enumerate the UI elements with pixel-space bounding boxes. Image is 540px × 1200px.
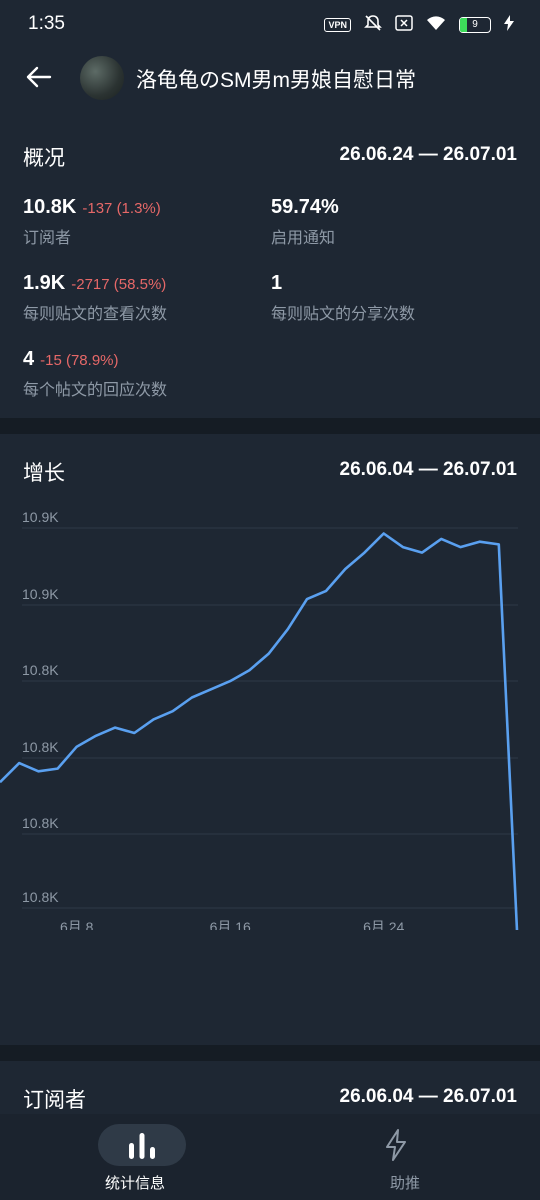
y-tick-label: 10.8K [22,739,59,755]
growth-chart[interactable]: 10.9K 10.9K 10.8K 10.8K 10.8K 10.8K 6月 8 6月 16… [0,500,540,930]
y-tick-label: 10.8K [22,815,59,831]
y-tick-label: 10.9K [22,586,59,602]
stat-label: 每则贴文的分享次数 [271,306,416,323]
growth-title: 增长 [23,462,65,485]
stat-notifications: 59.74% 启用通知 [271,196,339,248]
section-divider [0,1045,540,1061]
stat-shares-per-post: 1 每则贴文的分享次数 [271,272,415,324]
y-tick-label: 10.8K [22,662,59,678]
section-divider [0,418,540,434]
status-icons: VPN 9 [324,14,514,35]
stat-delta: -2717 (58.5%) [71,276,167,293]
nav-label: 助推 [389,1175,420,1192]
sim-x-icon [395,15,413,34]
vpn-icon: VPN [324,17,351,32]
app-bar: 洛龟龟のSM男m男娘自慰日常 [0,50,540,110]
status-time: 1:35 [28,13,65,34]
series-line [0,532,519,930]
growth-range: 26.06.04 — 26.07.01 [339,459,517,480]
stat-value: 1 [271,272,283,294]
x-tick-label: 6月 24 [363,919,404,930]
bar-chart-icon [129,1133,155,1159]
nav-item-boost[interactable]: 助推 [270,1114,540,1200]
y-tick-label: 10.8K [22,889,59,905]
stat-label: 启用通知 [271,230,336,247]
battery-icon: 9 [459,16,491,33]
stat-delta: -137 (1.3%) [82,200,161,217]
overview-range: 26.06.24 — 26.07.01 [339,144,517,165]
overview-section: 概况 26.06.24 — 26.07.01 10.8K -137 (1.3%) … [0,120,540,418]
stat-label: 订阅者 [23,230,72,247]
avatar[interactable] [80,56,124,100]
back-button[interactable] [22,60,56,94]
mute-bell-icon [364,14,382,35]
stat-views-per-post: 1.9K -2717 (58.5%) 每则贴文的查看次数 [23,272,167,324]
wifi-icon [426,15,446,34]
stat-value: 1.9K [23,272,66,294]
charging-icon [504,15,514,34]
arrow-left-icon [26,66,52,88]
y-tick-label: 10.9K [22,509,59,525]
x-tick-label: 6月 16 [210,919,251,930]
stat-reactions-per-post: 4 -15 (78.9%) 每个帖文的回应次数 [23,348,167,400]
subscribers-title: 订阅者 [23,1089,86,1112]
lightning-icon [386,1129,406,1161]
stat-value: 59.74% [271,196,339,218]
overview-title: 概况 [23,147,65,170]
status-bar: 1:35 VPN 9 [0,0,540,50]
x-tick-label: 6月 8 [60,919,94,930]
stat-delta: -15 (78.9%) [40,352,119,369]
stat-value: 10.8K [23,196,77,218]
stat-subscribers: 10.8K -137 (1.3%) 订阅者 [23,196,161,248]
nav-label: 统计信息 [104,1175,165,1192]
nav-item-statistics[interactable]: 统计信息 [0,1114,270,1200]
bottom-nav: 统计信息 助推 [0,1114,540,1200]
stat-value: 4 [23,348,35,370]
stat-label: 每则贴文的查看次数 [23,306,168,323]
subscribers-range: 26.06.04 — 26.07.01 [339,1086,517,1107]
stat-label: 每个帖文的回应次数 [23,382,168,399]
channel-title: 洛龟龟のSM男m男娘自慰日常 [136,69,416,92]
